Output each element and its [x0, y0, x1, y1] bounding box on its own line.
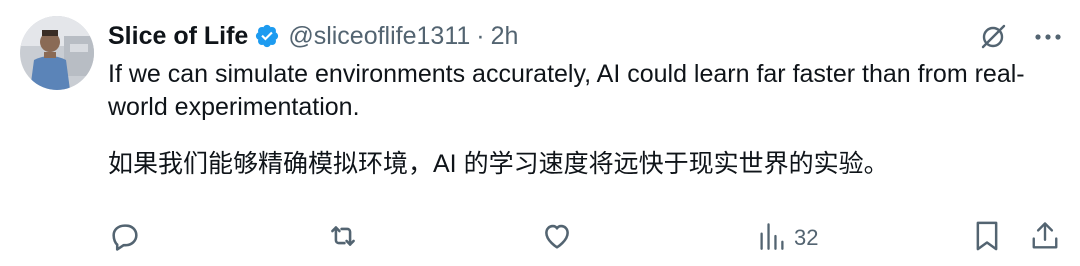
grok-icon[interactable]: [978, 22, 1008, 52]
like-button[interactable]: [540, 220, 574, 256]
views-count: 32: [794, 225, 819, 250]
views-icon: [758, 221, 786, 256]
bookmark-button[interactable]: [972, 220, 1002, 256]
timestamp[interactable]: 2h: [491, 22, 519, 51]
avatar[interactable]: [20, 16, 94, 90]
like-icon: [540, 219, 574, 258]
tweet-action-bar: 32: [0, 220, 1080, 256]
retweet-icon: [326, 219, 360, 258]
tweet-header: Slice of Life @sliceoflife1311 · 2h: [108, 18, 518, 54]
tweet-text-chinese: 如果我们能够精确模拟环境，AI 的学习速度将远快于现实世界的实验。: [108, 150, 889, 178]
separator-dot: ·: [476, 21, 485, 50]
reply-icon: [108, 219, 142, 258]
bookmark-icon: [972, 219, 1002, 258]
share-button[interactable]: [1030, 220, 1060, 256]
views-button[interactable]: 32: [758, 220, 818, 256]
retweet-button[interactable]: [326, 220, 360, 256]
tweet-text-english: If we can simulate environments accurate…: [108, 60, 1025, 121]
author-name[interactable]: Slice of Life: [108, 22, 248, 51]
author-handle[interactable]: @sliceoflife1311: [288, 22, 470, 51]
verified-badge-icon: [254, 23, 280, 49]
tweet-card[interactable]: Slice of Life @sliceoflife1311 · 2h If w: [0, 0, 1080, 266]
more-icon[interactable]: [1034, 33, 1062, 41]
tweet-top-actions: [978, 22, 1062, 52]
reply-button[interactable]: [108, 220, 142, 256]
share-icon: [1030, 219, 1060, 258]
